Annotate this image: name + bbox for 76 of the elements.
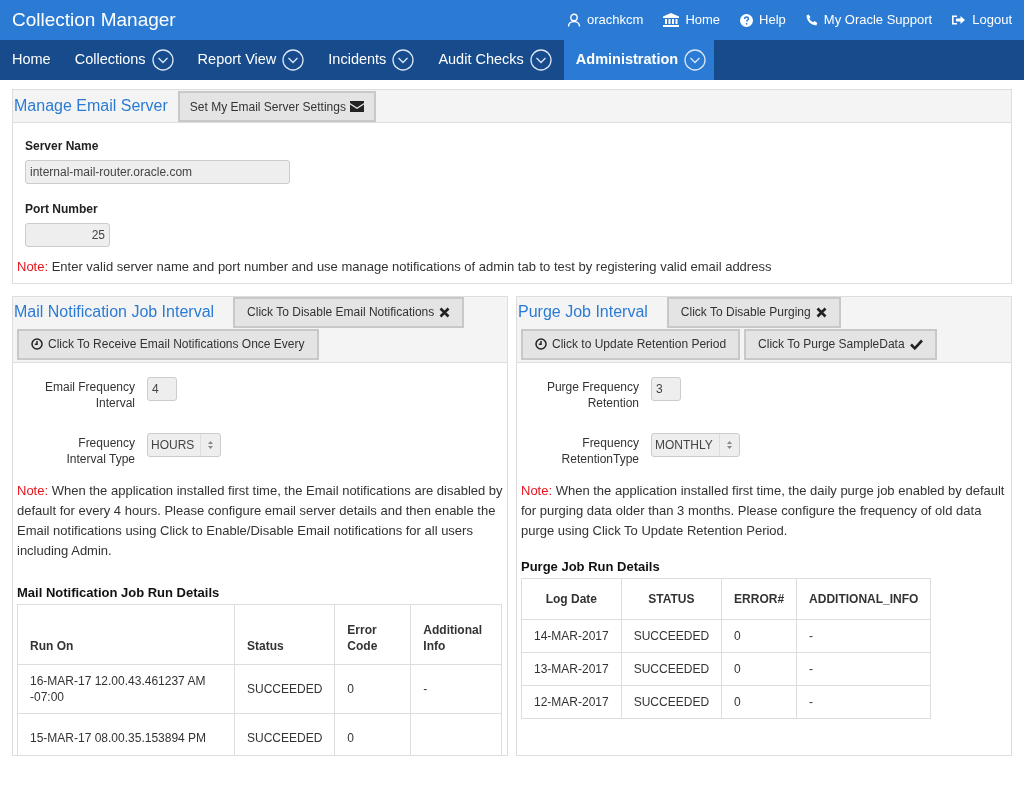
app-title: Collection Manager [12,7,176,32]
text-field[interactable]: 25 [25,223,110,247]
table-cell: 0 [721,652,797,686]
note-text: Note: Enter valid server name and port number and use manage notifications of admin tab to test by registering valid email address [17,258,773,276]
table-cell: - [796,685,931,719]
clock-icon [31,338,43,350]
dropdown[interactable]: HOURS [147,432,222,457]
column-header: ADDITIONAL_INFO [796,578,931,620]
phone-icon [805,14,818,26]
table-cell: - [410,664,502,714]
column-header: Error Code [334,604,411,665]
nav-tab[interactable]: Incidents [316,40,427,80]
field-label: Purge Frequency Retention [545,378,639,411]
column-header: Run On [17,604,235,665]
column-header: Log Date [521,578,622,620]
header-link[interactable]: Logout [952,10,1012,30]
field-label: Frequency Interval Type [65,434,135,467]
table-cell: 13-MAR-2017 [521,652,622,686]
check-icon [909,338,923,350]
user-icon [567,13,582,27]
nav-tab[interactable]: Home [0,40,63,80]
table-title: Mail Notification Job Run Details [16,583,221,602]
nav-tab[interactable]: Report View [185,40,317,80]
note-text: Note: When the application installed first time, the Email notifications are disabled by default for every 4 hours. Please configure email server details and then enable the Email notifications using Click to Enable/Disable Email notifications for all users including Admin. [16,481,504,560]
close-icon [815,306,827,318]
table-cell: SUCCEEDED [234,664,335,714]
table-cell: 16-MAR-17 12.00.43.461237 AM -07:00 [17,664,235,714]
table-cell: SUCCEEDED [621,652,722,686]
nav-tab[interactable]: Collections [62,40,186,80]
header-link[interactable]: Home [663,10,721,30]
nav-tab[interactable]: Administration [563,40,715,80]
nav-tab[interactable]: Audit Checks [426,40,564,80]
email-settings-button[interactable]: Set My Email Server Settings [177,91,376,122]
text-field[interactable]: 4 [147,376,177,401]
table-title: Purge Job Run Details [520,557,661,576]
update-retention-button[interactable]: Click to Update Retention Period [521,328,741,360]
header-link[interactable]: orachkcm [567,10,644,30]
envelope-icon [349,101,364,112]
text-field[interactable]: internal-mail-router.oracle.com [25,160,290,184]
table-cell: 0 [334,664,411,714]
schedule-button[interactable]: Click To Receive Email Notifications Once Every [17,328,319,360]
table-cell: - [796,619,931,653]
header-link[interactable]: My Oracle Support [805,10,933,30]
logout-icon [952,14,967,26]
purge-data-button[interactable]: Click To Purge SampleData [744,328,937,360]
table-cell: - [796,652,931,686]
note-text: Note: When the application installed first time, the daily purge job enabled by default for purging data older than 3 months. Please configure the frequency of old data purge using Click To Update Retention Period. [520,481,1006,540]
bank-icon [663,13,680,27]
table-cell: 0 [721,619,797,653]
table-cell: SUCCEEDED [621,685,722,719]
field-label: Frequency RetentionType [560,434,639,467]
help-icon [740,13,754,27]
close-icon [439,306,451,318]
disable-notifications-button[interactable]: Click To Disable Email Notifications [233,296,465,328]
sort-icon [726,440,732,449]
column-header: Status [234,604,335,665]
header-link[interactable]: Help [740,10,786,30]
field-label: Port Number [25,201,99,218]
clock-icon [535,338,547,350]
field-label: Email Frequency Interval [43,378,135,411]
column-header: Additional Info [410,604,502,665]
panel-title: Purge Job Interval [517,302,649,322]
panel-title: Manage Email Server [13,96,169,116]
sort-icon [208,440,214,449]
text-field[interactable]: 3 [651,376,681,401]
column-header: ERROR# [721,578,797,620]
table-cell: 15-MAR-17 08.00.35.153894 PM [17,713,235,755]
panel-title: Mail Notification Job Interval [13,302,216,322]
disable-purging-button[interactable]: Click To Disable Purging [666,296,841,328]
table-cell: SUCCEEDED [621,619,722,653]
table-cell: 14-MAR-2017 [521,619,622,653]
table-cell: 0 [721,685,797,719]
dropdown[interactable]: MONTHLY [651,432,740,457]
table-cell: 12-MAR-2017 [521,685,622,719]
field-label: Server Name [25,138,100,155]
column-header: STATUS [621,578,722,620]
